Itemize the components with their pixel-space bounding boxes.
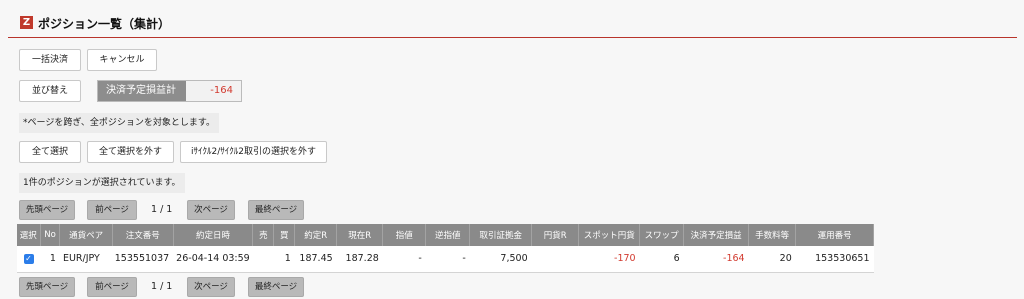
- col-header[interactable]: 約定日時: [173, 224, 254, 246]
- col-header[interactable]: No: [40, 224, 61, 246]
- last-page-button[interactable]: 最終ページ: [248, 277, 304, 297]
- cell-yen-rate: [531, 246, 579, 273]
- pl-summary-box: 決済予定損益計 -164: [97, 80, 242, 102]
- last-page-button[interactable]: 最終ページ: [248, 200, 304, 220]
- checkbox-checked-icon[interactable]: ✓: [23, 253, 34, 264]
- pl-summary-label: 決済予定損益計: [98, 81, 186, 101]
- page-info: 1 / 1: [151, 204, 173, 215]
- next-page-button[interactable]: 次ページ: [187, 200, 235, 220]
- first-page-button[interactable]: 先頭ページ: [19, 200, 75, 220]
- col-header[interactable]: 通貨ペア: [59, 224, 113, 246]
- deselect-all-button[interactable]: 全て選択を外す: [87, 141, 174, 163]
- col-header[interactable]: 約定R: [294, 224, 338, 246]
- select-all-button[interactable]: 全て選択: [19, 141, 81, 163]
- col-header[interactable]: スポット円貨: [578, 224, 641, 246]
- col-header[interactable]: 取引証拠金: [469, 224, 533, 246]
- table-header-row: 選択 No 通貨ペア 注文番号 約定日時 売 買 約定R 現在R 指値 逆指値 …: [17, 224, 874, 246]
- table-row[interactable]: ✓ 1 EUR/JPY 153551037 26-04-14 03:59 1 1…: [17, 246, 874, 273]
- col-header[interactable]: 買: [273, 224, 296, 246]
- cell-pl: -164: [683, 246, 749, 273]
- col-header[interactable]: 指値: [382, 224, 427, 246]
- col-header[interactable]: 注文番号: [112, 224, 174, 246]
- bulk-settle-button[interactable]: 一括決済: [19, 49, 81, 71]
- page-info: 1 / 1: [151, 281, 173, 292]
- col-header[interactable]: 選択: [17, 224, 41, 246]
- cell-stop: -: [425, 246, 470, 273]
- col-header[interactable]: 運用番号: [795, 224, 874, 246]
- cell-no: 1: [40, 246, 60, 273]
- title-bar: Z ポジション一覧（集計）: [8, 14, 1017, 38]
- first-page-button[interactable]: 先頭ページ: [19, 277, 75, 297]
- cell-current-rate: 187.28: [336, 246, 383, 273]
- cell-datetime: 26-04-14 03:59: [173, 246, 253, 273]
- next-page-button[interactable]: 次ページ: [187, 277, 235, 297]
- cell-ops-no: 153530651: [795, 246, 874, 273]
- deselect-cycle-button[interactable]: iｻｲｸﾙ2/ｻｲｸﾙ2取引の選択を外す: [180, 141, 327, 163]
- selected-count-note: 1件のポジションが選択されています。: [19, 173, 185, 193]
- cell-limit: -: [382, 246, 426, 273]
- col-header[interactable]: 売: [252, 224, 275, 246]
- col-header[interactable]: スワップ: [639, 224, 685, 246]
- col-header[interactable]: 決済予定損益: [683, 224, 750, 246]
- row-select-cell[interactable]: ✓: [17, 246, 41, 273]
- col-header[interactable]: 現在R: [336, 224, 384, 246]
- cell-spot-yen: -170: [578, 246, 640, 273]
- cell-buy: 1: [273, 246, 295, 273]
- cell-exec-rate: 187.45: [294, 246, 337, 273]
- cell-margin: 7,500: [469, 246, 532, 273]
- prev-page-button[interactable]: 前ページ: [87, 277, 137, 297]
- sort-button[interactable]: 並び替え: [19, 80, 81, 102]
- cell-pair: EUR/JPY: [59, 246, 113, 273]
- page-title: ポジション一覧（集計）: [38, 17, 171, 31]
- cancel-button[interactable]: キャンセル: [87, 49, 157, 71]
- col-header[interactable]: 手数料等: [748, 224, 797, 246]
- cell-sell: [252, 246, 274, 273]
- cross-page-note: *ページを跨ぎ、全ポジションを対象とします。: [19, 113, 219, 133]
- col-header[interactable]: 逆指値: [425, 224, 471, 246]
- cell-order: 153551037: [112, 246, 174, 273]
- pl-summary-value: -164: [210, 85, 233, 96]
- cell-swap: 6: [639, 246, 684, 273]
- positions-table: 選択 No 通貨ペア 注文番号 約定日時 売 買 約定R 現在R 指値 逆指値 …: [17, 224, 874, 273]
- cell-fee: 20: [748, 246, 796, 273]
- z-logo-icon: Z: [20, 16, 33, 29]
- col-header[interactable]: 円貨R: [531, 224, 580, 246]
- prev-page-button[interactable]: 前ページ: [87, 200, 137, 220]
